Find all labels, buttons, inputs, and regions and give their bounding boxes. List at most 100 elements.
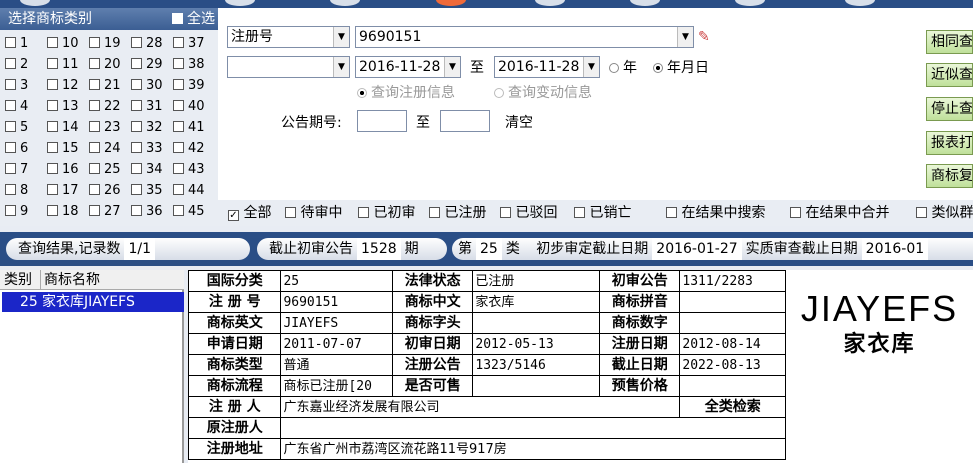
field-type-select[interactable]: 注册号 ▼ bbox=[227, 26, 350, 48]
class-checkbox-10[interactable]: 10 bbox=[47, 34, 79, 54]
column-header-class[interactable]: 类别 bbox=[4, 270, 32, 290]
radio-year[interactable]: 年 bbox=[609, 58, 637, 78]
filter-prelim[interactable]: 已初审 bbox=[358, 203, 415, 223]
checkbox-icon[interactable] bbox=[47, 100, 58, 111]
checkbox-icon[interactable] bbox=[173, 100, 184, 111]
checkbox-icon[interactable] bbox=[47, 121, 58, 132]
class-checkbox-2[interactable]: 2 bbox=[5, 55, 28, 75]
checkbox-icon[interactable] bbox=[131, 79, 142, 90]
checkbox-icon[interactable] bbox=[500, 207, 511, 218]
class-checkbox-22[interactable]: 22 bbox=[89, 97, 121, 117]
checkbox-icon[interactable] bbox=[173, 79, 184, 90]
clear-button[interactable]: 清空 bbox=[505, 113, 533, 133]
stop-search-button[interactable]: 停止查询 bbox=[926, 97, 973, 121]
chevron-down-icon[interactable]: ▼ bbox=[583, 57, 599, 77]
class-checkbox-5[interactable]: 5 bbox=[5, 118, 28, 138]
checkbox-icon[interactable] bbox=[173, 184, 184, 195]
column-header-name[interactable]: 商标名称 bbox=[40, 270, 100, 290]
class-checkbox-42[interactable]: 42 bbox=[173, 139, 205, 159]
filter-rejected[interactable]: 已驳回 bbox=[500, 203, 557, 223]
class-checkbox-27[interactable]: 27 bbox=[89, 202, 121, 222]
checkbox-icon[interactable] bbox=[89, 184, 100, 195]
checkbox-icon[interactable] bbox=[89, 121, 100, 132]
notice-to-input[interactable] bbox=[440, 110, 490, 132]
chevron-down-icon[interactable]: ▼ bbox=[333, 57, 349, 77]
toolbar-tab[interactable] bbox=[845, 0, 875, 6]
checkbox-icon[interactable] bbox=[173, 142, 184, 153]
copy-trademark-button[interactable]: 商标复制 bbox=[926, 164, 973, 188]
checkbox-icon[interactable] bbox=[429, 207, 440, 218]
class-checkbox-43[interactable]: 43 bbox=[173, 160, 205, 180]
checkbox-icon[interactable] bbox=[171, 13, 183, 24]
checkbox-icon[interactable] bbox=[89, 37, 100, 48]
class-checkbox-3[interactable]: 3 bbox=[5, 76, 28, 96]
class-checkbox-33[interactable]: 33 bbox=[131, 139, 163, 159]
checkbox-icon[interactable] bbox=[285, 207, 296, 218]
checkbox-checked-icon[interactable]: ✓ bbox=[228, 210, 239, 221]
class-checkbox-20[interactable]: 20 bbox=[89, 55, 121, 75]
date-from-picker[interactable]: 2016-11-28 ▼ bbox=[355, 56, 461, 78]
class-checkbox-18[interactable]: 18 bbox=[47, 202, 79, 222]
checkbox-icon[interactable] bbox=[47, 37, 58, 48]
checkbox-icon[interactable] bbox=[5, 184, 16, 195]
radio-icon[interactable] bbox=[609, 63, 619, 73]
toolbar-tab[interactable] bbox=[630, 0, 660, 6]
class-checkbox-8[interactable]: 8 bbox=[5, 181, 28, 201]
class-checkbox-17[interactable]: 17 bbox=[47, 181, 79, 201]
class-checkbox-31[interactable]: 31 bbox=[131, 97, 163, 117]
chevron-down-icon[interactable]: ▼ bbox=[333, 27, 349, 47]
radio-ymd[interactable]: 年月日 bbox=[653, 58, 709, 78]
class-checkbox-30[interactable]: 30 bbox=[131, 76, 163, 96]
checkbox-icon[interactable] bbox=[89, 58, 100, 69]
toolbar-tab[interactable] bbox=[225, 0, 255, 6]
checkbox-icon[interactable] bbox=[5, 79, 16, 90]
class-checkbox-44[interactable]: 44 bbox=[173, 181, 205, 201]
checkbox-icon[interactable] bbox=[131, 184, 142, 195]
class-checkbox-28[interactable]: 28 bbox=[131, 34, 163, 54]
class-checkbox-36[interactable]: 36 bbox=[131, 202, 163, 222]
checkbox-icon[interactable] bbox=[574, 207, 585, 218]
checkbox-icon[interactable] bbox=[89, 79, 100, 90]
checkbox-icon[interactable] bbox=[131, 58, 142, 69]
filter-cancelled[interactable]: 已销亡 bbox=[574, 203, 631, 223]
checkbox-icon[interactable] bbox=[89, 163, 100, 174]
filter-all[interactable]: ✓ 全部 bbox=[228, 203, 271, 223]
checkbox-icon[interactable] bbox=[47, 163, 58, 174]
radio-reg-info[interactable]: 查询注册信息 bbox=[357, 83, 455, 103]
class-checkbox-37[interactable]: 37 bbox=[173, 34, 205, 54]
class-checkbox-39[interactable]: 39 bbox=[173, 76, 205, 96]
checkbox-icon[interactable] bbox=[173, 121, 184, 132]
toolbar-tab[interactable] bbox=[735, 0, 765, 6]
class-checkbox-40[interactable]: 40 bbox=[173, 97, 205, 117]
class-checkbox-41[interactable]: 41 bbox=[173, 118, 205, 138]
class-checkbox-11[interactable]: 11 bbox=[47, 55, 79, 75]
class-checkbox-34[interactable]: 34 bbox=[131, 160, 163, 180]
checkbox-icon[interactable] bbox=[131, 205, 142, 216]
class-checkbox-21[interactable]: 21 bbox=[89, 76, 121, 96]
class-checkbox-19[interactable]: 19 bbox=[89, 34, 121, 54]
class-checkbox-16[interactable]: 16 bbox=[47, 160, 79, 180]
class-checkbox-6[interactable]: 6 bbox=[5, 139, 28, 159]
filter-merge-in-results[interactable]: 在结果中合并 bbox=[790, 203, 889, 223]
class-checkbox-24[interactable]: 24 bbox=[89, 139, 121, 159]
search-value-combo[interactable]: 9690151 ▼ bbox=[355, 26, 694, 48]
similar-search-button[interactable]: 近似查询 bbox=[926, 63, 973, 87]
checkbox-icon[interactable] bbox=[916, 207, 927, 218]
checkbox-icon[interactable] bbox=[5, 100, 16, 111]
checkbox-icon[interactable] bbox=[173, 58, 184, 69]
radio-icon[interactable] bbox=[653, 63, 663, 73]
checkbox-icon[interactable] bbox=[173, 37, 184, 48]
checkbox-icon[interactable] bbox=[131, 163, 142, 174]
toolbar-tab[interactable] bbox=[20, 0, 50, 6]
checkbox-icon[interactable] bbox=[131, 100, 142, 111]
checkbox-icon[interactable] bbox=[5, 58, 16, 69]
notice-from-input[interactable] bbox=[357, 110, 407, 132]
class-checkbox-9[interactable]: 9 bbox=[5, 202, 28, 222]
class-checkbox-23[interactable]: 23 bbox=[89, 118, 121, 138]
class-checkbox-12[interactable]: 12 bbox=[47, 76, 79, 96]
class-checkbox-7[interactable]: 7 bbox=[5, 160, 28, 180]
checkbox-icon[interactable] bbox=[131, 37, 142, 48]
radio-icon[interactable] bbox=[357, 88, 367, 98]
filter-similar[interactable]: 类似群 bbox=[916, 203, 973, 223]
result-row[interactable]: 25 家衣库JIAYEFS bbox=[2, 292, 184, 312]
